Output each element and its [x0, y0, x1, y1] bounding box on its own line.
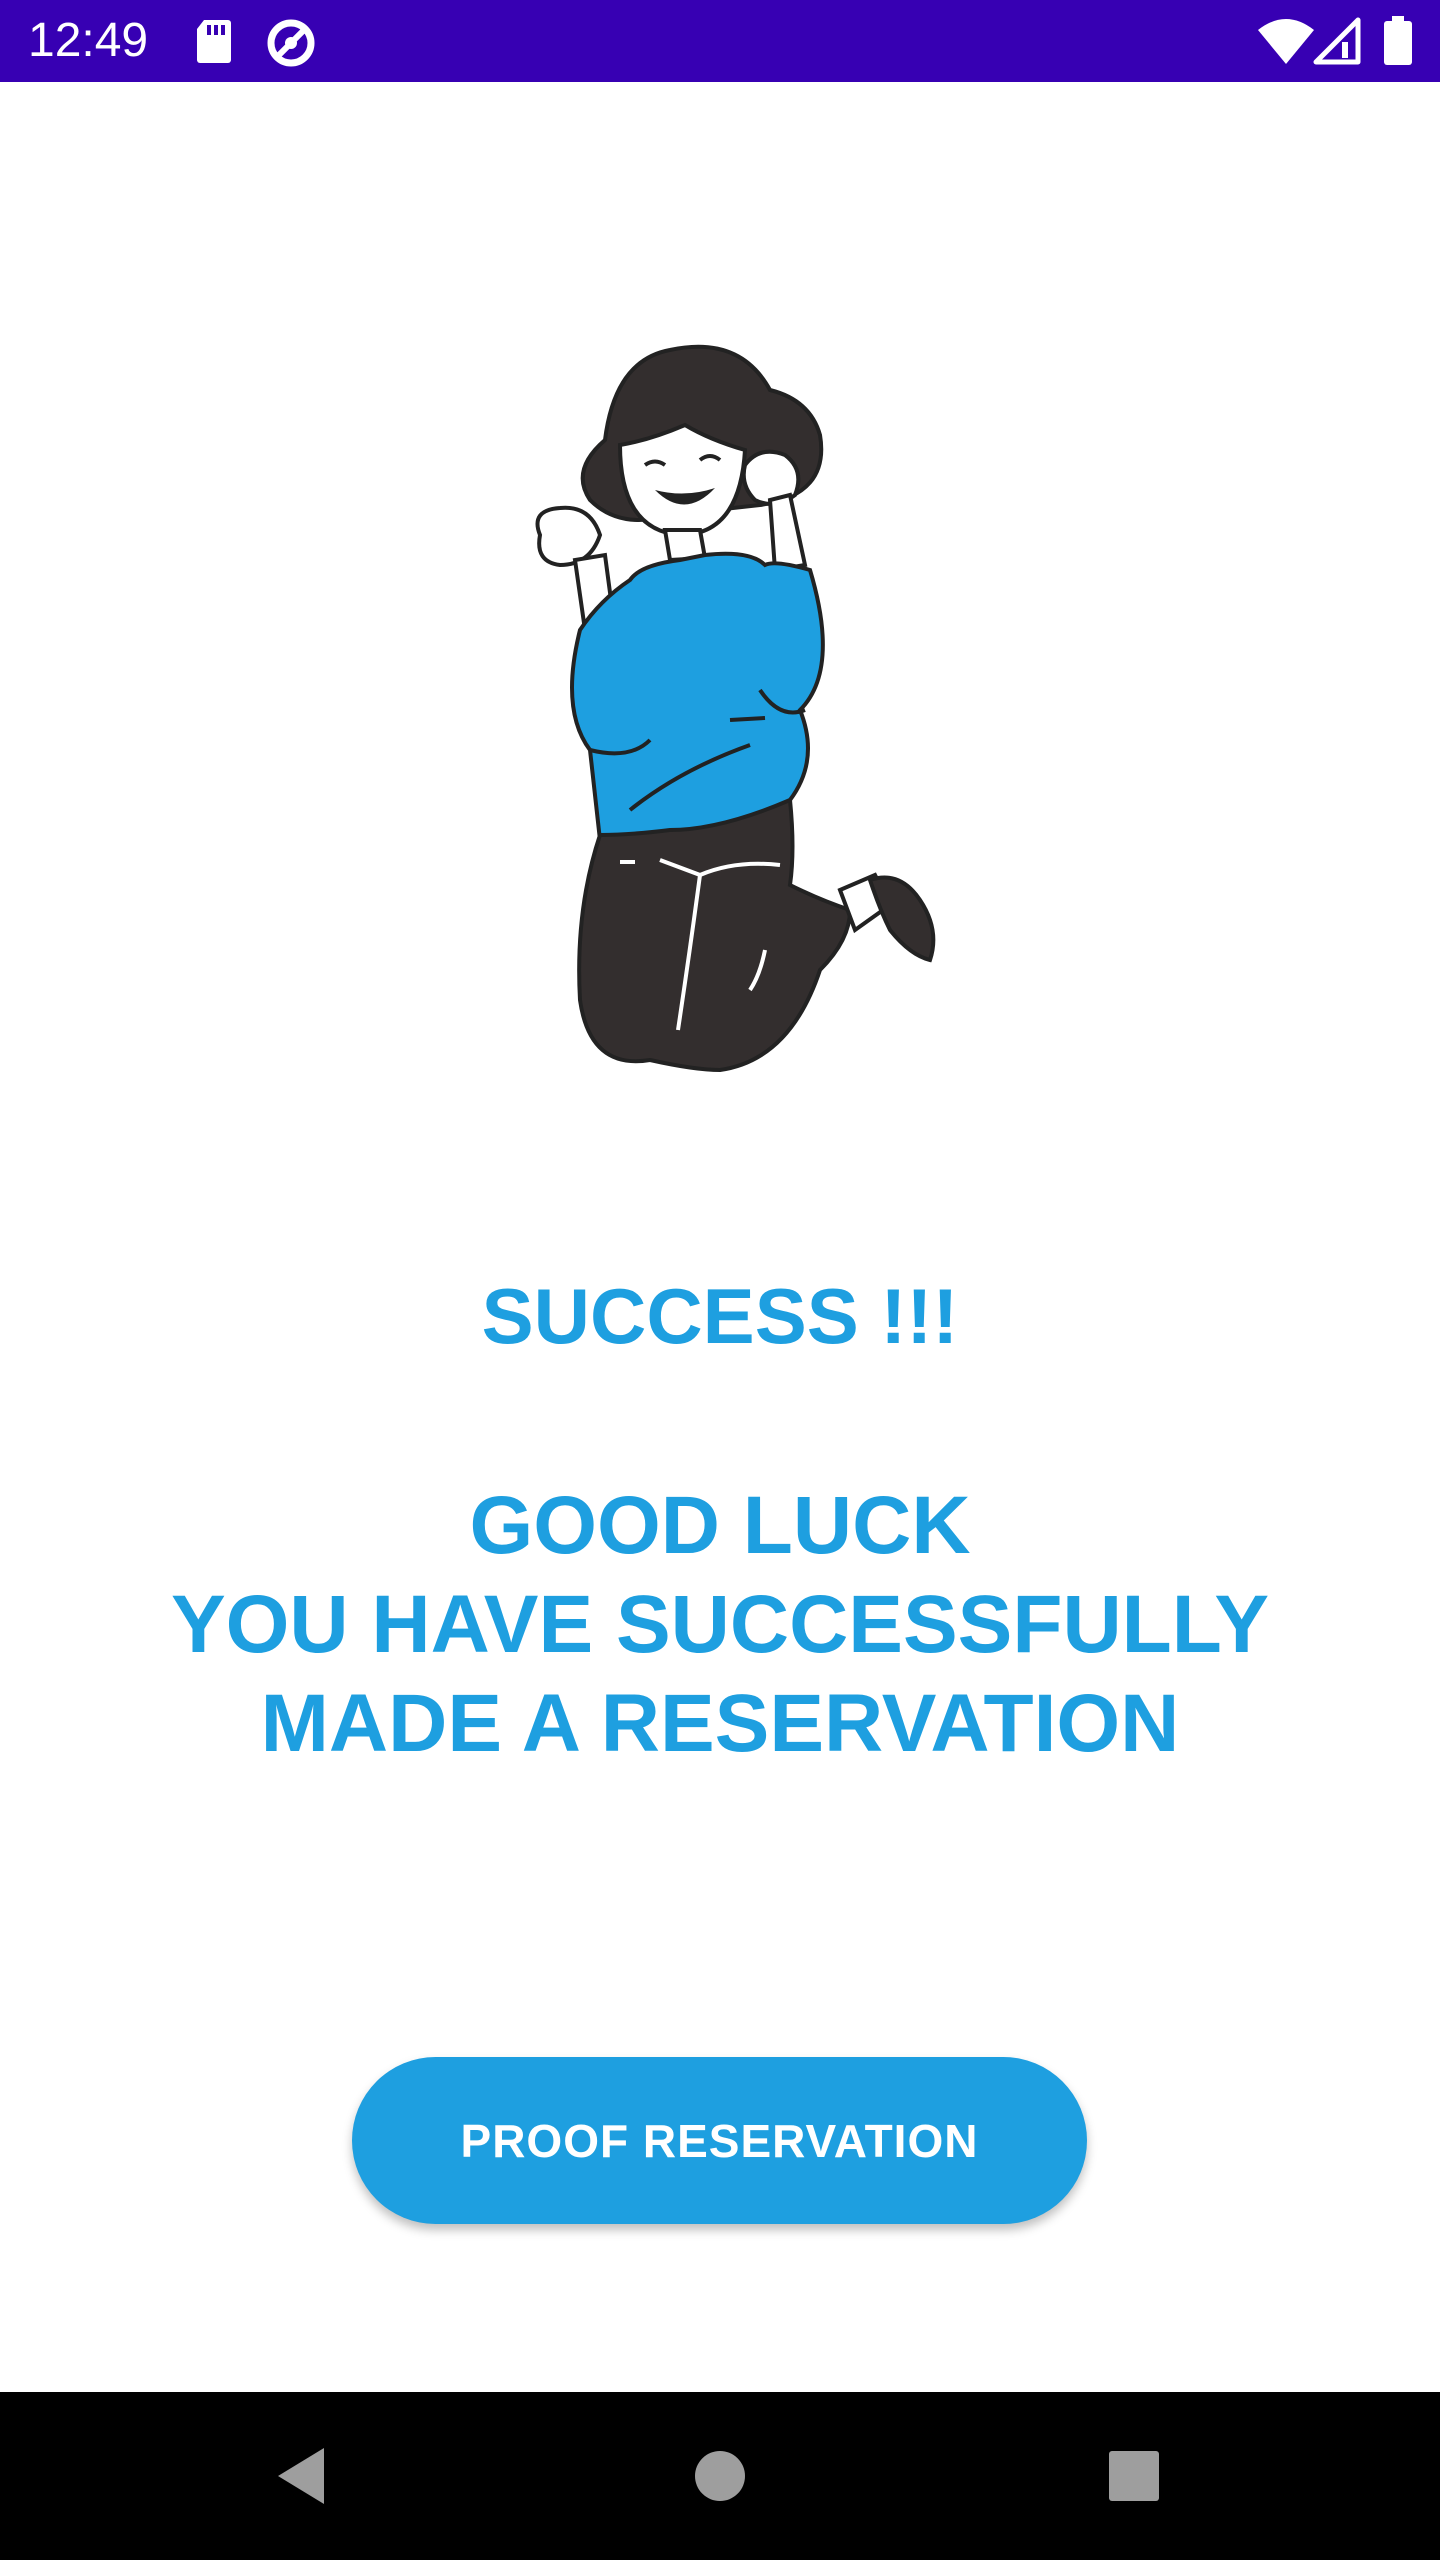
- cell-signal-icon: [1312, 16, 1362, 66]
- status-time: 12:49: [28, 14, 149, 67]
- battery-icon: [1382, 16, 1414, 66]
- back-icon[interactable]: [262, 2436, 342, 2516]
- data-saver-icon: [264, 16, 318, 67]
- wifi-icon: [1256, 16, 1316, 66]
- proof-reservation-button[interactable]: PROOF RESERVATION: [352, 2057, 1087, 2224]
- navigation-bar: [0, 2392, 1440, 2560]
- sd-card-icon: [194, 16, 234, 66]
- status-bar: 12:49: [0, 0, 1440, 82]
- message-line: GOOD LUCK: [469, 1480, 971, 1571]
- reservation-success-screen: 12:49 SUCCESS !!! GOOD LUCK YOU HAVE SUC…: [0, 0, 1440, 2560]
- recents-icon[interactable]: [1094, 2436, 1174, 2516]
- message-line: YOU HAVE SUCCESSFULLY: [170, 1579, 1270, 1670]
- jumping-girl-illustration: [520, 330, 960, 1090]
- message-line: MADE A RESERVATION: [260, 1678, 1180, 1769]
- success-message: GOOD LUCK YOU HAVE SUCCESSFULLY MADE A R…: [0, 1476, 1440, 1773]
- success-title: SUCCESS !!!: [481, 1272, 959, 1360]
- home-icon[interactable]: [680, 2436, 760, 2516]
